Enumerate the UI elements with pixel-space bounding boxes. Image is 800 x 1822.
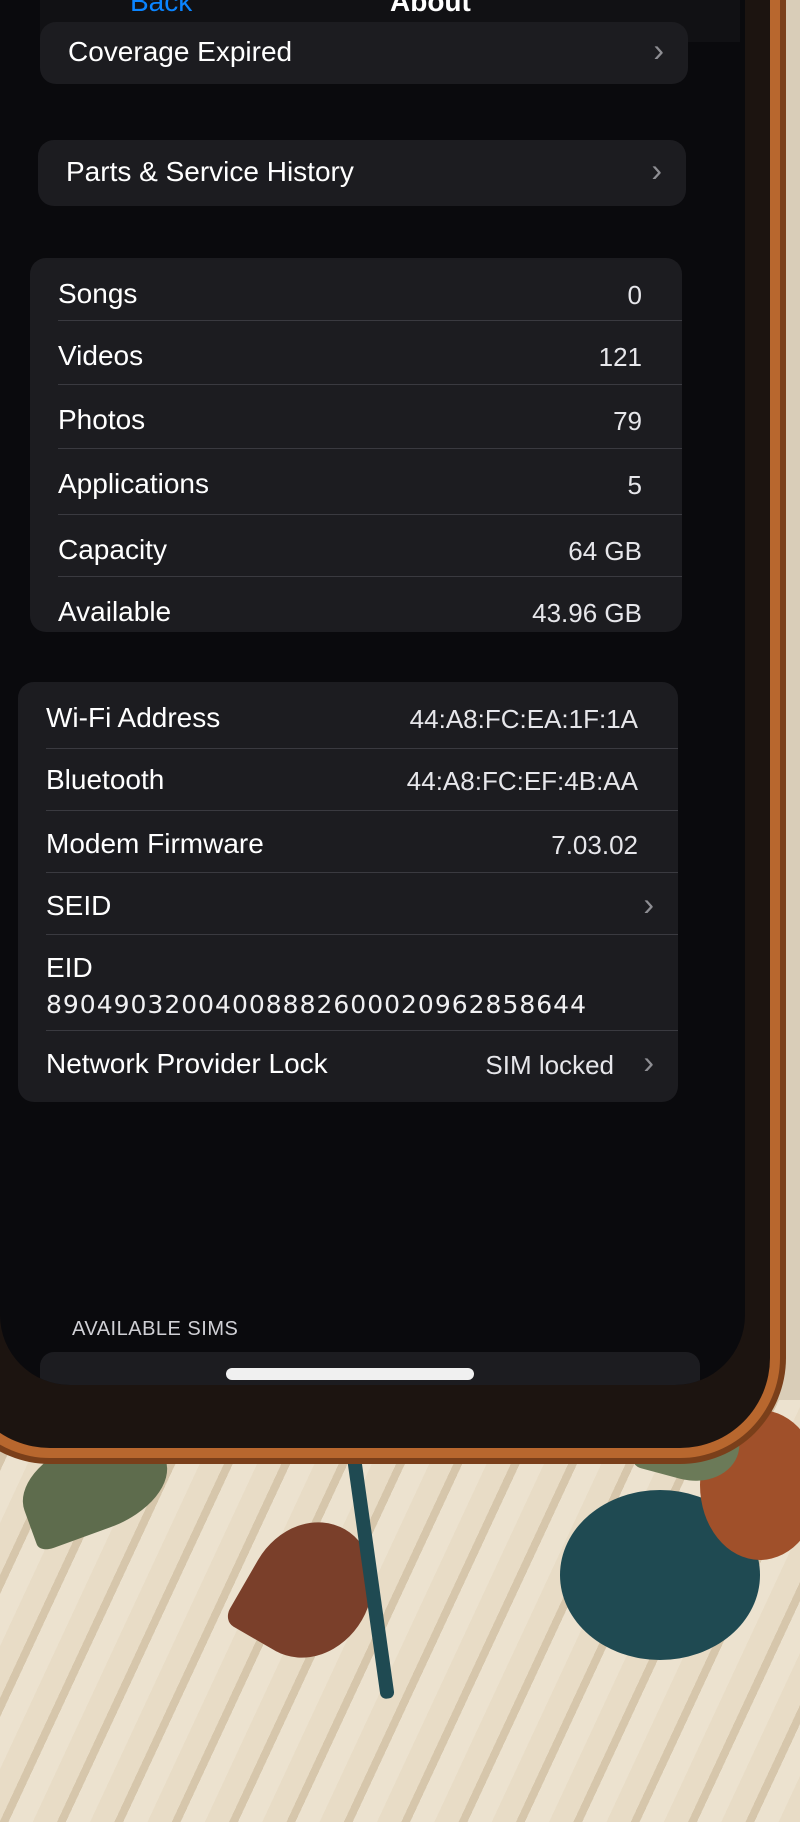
eid-label: EID xyxy=(46,952,93,983)
service-history-label: Parts & Service History xyxy=(66,156,354,187)
background-cloth xyxy=(0,1388,800,1822)
videos-value: 121 xyxy=(598,342,642,372)
photos-label: Photos xyxy=(58,404,146,435)
photos-row: Photos 79 xyxy=(30,384,682,458)
phone-frame: Back About Coverage Expired › Parts & Se… xyxy=(0,0,770,1448)
chevron-right-icon: › xyxy=(643,1044,654,1080)
modem-firmware-value: 7.03.02 xyxy=(551,830,638,860)
available-label: Available xyxy=(58,596,172,627)
wifi-address-label: Wi-Fi Address xyxy=(46,702,221,733)
capacity-value: 64 GB xyxy=(568,536,642,566)
modem-firmware-label: Modem Firmware xyxy=(46,828,264,859)
songs-label: Songs xyxy=(58,278,138,309)
bluetooth-label: Bluetooth xyxy=(46,764,165,795)
network-provider-lock-value: SIM locked xyxy=(485,1050,614,1080)
coverage-group: Coverage Expired › xyxy=(40,22,688,84)
videos-row: Videos 121 xyxy=(30,320,682,394)
bluetooth-row: Bluetooth 44:A8:FC:EF:4B:AA xyxy=(18,744,678,818)
videos-label: Videos xyxy=(58,340,144,371)
chevron-right-icon: › xyxy=(651,152,662,188)
coverage-label: Coverage Expired xyxy=(68,36,293,67)
bluetooth-value: 44:A8:FC:EF:4B:AA xyxy=(406,766,638,796)
settings-screen: Back About Coverage Expired › Parts & Se… xyxy=(0,0,745,1385)
media-storage-group: Songs 0 Videos 121 Photos 79 Application… xyxy=(30,258,682,632)
network-group: Wi-Fi Address 44:A8:FC:EA:1F:1A Bluetoot… xyxy=(18,682,678,1102)
eid-row: EID 89049032004008882600020962858644 xyxy=(18,932,678,1032)
available-value: 43.96 GB xyxy=(532,598,642,628)
home-indicator[interactable] xyxy=(226,1368,474,1380)
chevron-right-icon: › xyxy=(643,886,654,922)
applications-label: Applications xyxy=(58,468,209,499)
eid-value: 89049032004008882600020962858644 xyxy=(46,990,587,1019)
network-provider-lock-row[interactable]: Network Provider Lock SIM locked › xyxy=(18,1028,678,1102)
applications-row: Applications 5 xyxy=(30,448,682,522)
coverage-row[interactable]: Coverage Expired › xyxy=(40,16,688,90)
available-sims-header: AVAILABLE SIMS xyxy=(72,1318,239,1340)
chevron-right-icon: › xyxy=(653,32,664,68)
service-group: Parts & Service History › xyxy=(38,140,686,206)
seid-label: SEID xyxy=(46,890,112,921)
songs-value: 0 xyxy=(627,280,642,310)
capacity-label: Capacity xyxy=(58,534,167,565)
wifi-address-value: 44:A8:FC:EA:1F:1A xyxy=(409,704,638,734)
service-history-row[interactable]: Parts & Service History › xyxy=(38,136,686,210)
applications-value: 5 xyxy=(627,470,642,500)
available-row: Available 43.96 GB xyxy=(30,576,682,650)
network-provider-lock-label: Network Provider Lock xyxy=(46,1048,328,1079)
photos-value: 79 xyxy=(613,406,642,436)
